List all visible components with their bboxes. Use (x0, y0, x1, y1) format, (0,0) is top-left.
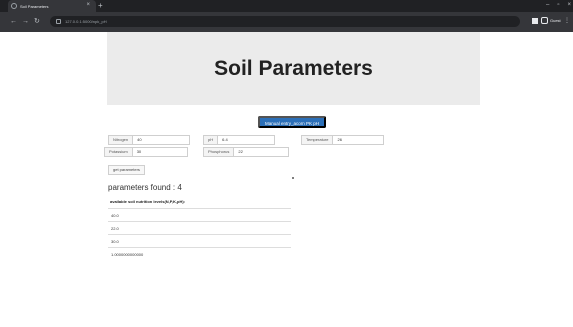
list-item-value: 1.0000000000000 (111, 252, 144, 257)
address-url: 127.0.0.1:5000/npk_pH (65, 19, 107, 24)
maximize-button[interactable]: ▫ (557, 1, 559, 10)
nitrogen-input[interactable]: 40 (132, 135, 191, 145)
cursor-dot (292, 177, 294, 179)
list-item: 1.0000000000000 (108, 247, 291, 260)
new-tab-button[interactable]: + (98, 1, 103, 10)
reload-icon[interactable]: ↻ (34, 17, 40, 26)
list-item-value: 30.0 (111, 239, 119, 244)
nitrogen-field: Nitrogen 40 (108, 135, 191, 145)
phosphorus-label: Phosphorus (203, 147, 234, 157)
page-title: Soil Parameters (214, 56, 373, 80)
window-controls: – ▫ × (546, 1, 571, 10)
manual-entry-button[interactable]: Manual entry_acorn PK pH (258, 116, 327, 128)
address-bar[interactable]: 127.0.0.1:5000/npk_pH (50, 16, 520, 27)
list-item: 30.0 (108, 234, 291, 247)
phosphorus-field: Phosphorus 22 (203, 147, 290, 157)
tab-title: Soil Parameters (20, 3, 49, 9)
close-tab-icon[interactable]: × (86, 2, 90, 9)
menu-dots-icon[interactable]: ⋮ (564, 17, 570, 24)
temperature-field: Temperature 26 (301, 135, 385, 145)
potassium-field: Potassium 30 (104, 147, 188, 157)
nitrogen-label: Nitrogen (108, 135, 133, 145)
back-icon[interactable]: ← (10, 17, 17, 26)
close-window-button[interactable]: × (567, 1, 571, 10)
nutrition-list-heading: available soil nutrition levels(N,P,K,pH… (110, 199, 186, 204)
list-item-value: 22.0 (111, 226, 119, 231)
potassium-input[interactable]: 30 (131, 147, 188, 157)
browser-toolbar: ← → ↻ 127.0.0.1:5000/npk_pH Guest ⋮ (0, 12, 573, 32)
potassium-label: Potassium (104, 147, 132, 157)
temperature-label: Temperature (301, 135, 333, 145)
profile-label: Guest (550, 18, 561, 23)
phosphorus-input[interactable]: 22 (233, 147, 290, 157)
page-content: Soil Parameters Manual entry_acorn PK pH… (0, 32, 573, 327)
profile-button[interactable]: Guest (541, 17, 561, 24)
ph-input[interactable]: 6.4 (217, 135, 276, 145)
page-header: Soil Parameters (107, 32, 480, 105)
ph-label: pH (203, 135, 218, 145)
forward-icon[interactable]: → (22, 17, 29, 26)
list-item: 22.0 (108, 221, 291, 234)
profile-icon (541, 17, 548, 24)
globe-icon (11, 3, 17, 9)
parameters-found-text: parameters found : 4 (108, 183, 182, 192)
extension-icon[interactable] (532, 18, 538, 24)
list-item: 40.0 (108, 208, 291, 221)
list-item-value: 40.0 (111, 213, 119, 218)
site-info-icon[interactable] (56, 19, 61, 24)
browser-tab[interactable]: Soil Parameters × (8, 0, 96, 12)
ph-field: pH 6.4 (203, 135, 276, 145)
get-parameters-button[interactable]: get parameters (108, 165, 145, 175)
browser-tabstrip: Soil Parameters × + – ▫ × (0, 0, 573, 12)
minimize-button[interactable]: – (546, 1, 549, 10)
temperature-input[interactable]: 26 (332, 135, 385, 145)
